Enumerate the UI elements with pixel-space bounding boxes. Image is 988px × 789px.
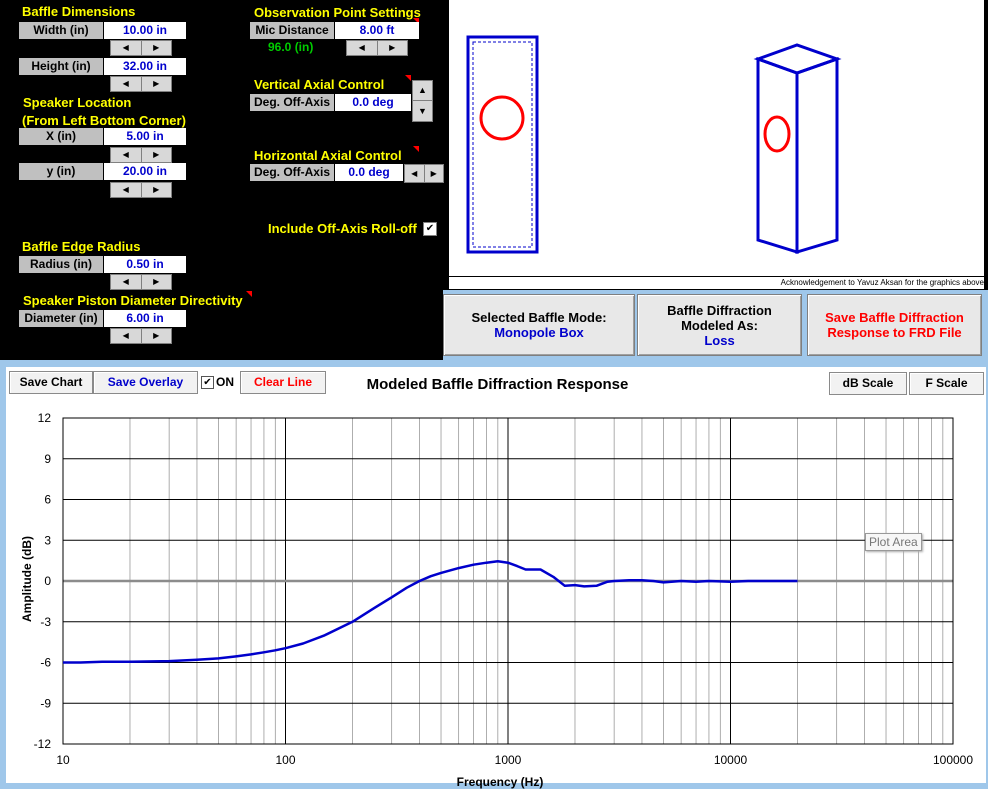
chart-axes: 12 9 6 3 0 -3 -6 -9 -12 10 100 1000 10000 100000: [34, 411, 974, 767]
y-axis-label: Amplitude (dB): [20, 536, 34, 622]
y-tick-label: -6: [40, 656, 51, 670]
plot-area-tooltip: Plot Area: [865, 533, 922, 551]
y-tick-label: -3: [40, 615, 51, 629]
x-axis-label: Frequency (Hz): [456, 775, 544, 789]
x-tick-label: 1000: [495, 753, 522, 767]
x-tick-label: 10000: [714, 753, 748, 767]
chart-series: [63, 560, 798, 664]
response-curve: [63, 560, 798, 664]
x-tick-label: 100000: [933, 753, 973, 767]
x-tick-label: 100: [275, 753, 295, 767]
y-tick-label: 9: [44, 452, 51, 466]
y-tick-label: 3: [44, 533, 51, 547]
y-tick-label: 0: [44, 574, 51, 588]
chart-grid: [62, 417, 954, 745]
y-tick-label: 6: [44, 493, 51, 507]
response-chart: 12 9 6 3 0 -3 -6 -9 -12 10 100 1000 10000 100000: [34, 411, 974, 767]
x-tick-label: 10: [56, 753, 70, 767]
y-tick-label: 12: [38, 411, 52, 425]
y-tick-label: -9: [40, 696, 51, 710]
y-tick-label: -12: [34, 737, 52, 751]
